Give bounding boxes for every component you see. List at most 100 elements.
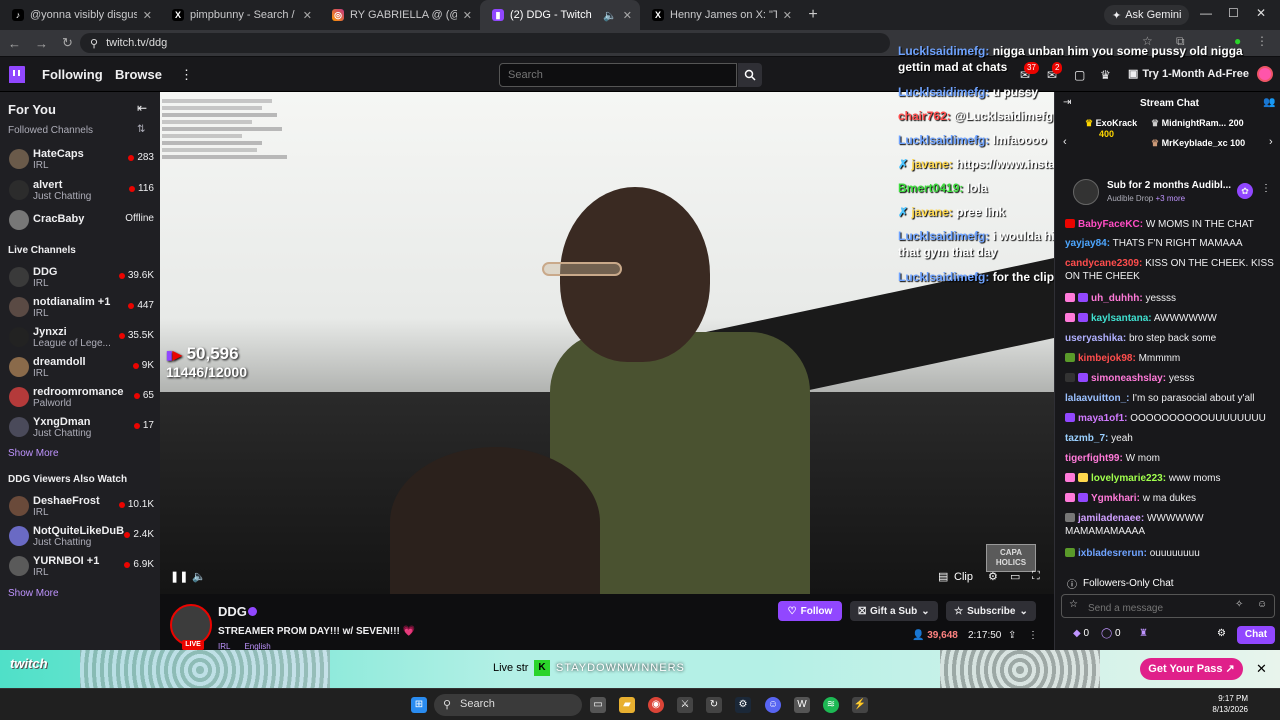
chat-user[interactable]: tazmb_7: [1065, 433, 1108, 444]
bits-icon[interactable]: ✧ [1235, 599, 1243, 610]
new-tab-button[interactable]: + [800, 6, 826, 24]
theatre-mode-icon[interactable]: ▭ [1010, 570, 1020, 583]
browser-tab[interactable]: X Henny James on X: "That beer ✕ [640, 0, 800, 30]
collapse-chat-icon[interactable]: ⇥ [1063, 97, 1071, 108]
get-your-pass-button[interactable]: Get Your Pass ↗ [1140, 658, 1243, 680]
audio-icon[interactable]: 🔈 [603, 9, 617, 22]
leaderboard-next-icon[interactable]: › [1269, 136, 1273, 148]
sidebar-channel[interactable]: alvert Just Chatting 116 [6, 178, 154, 204]
spotify-icon[interactable]: ≋ [823, 697, 839, 713]
more-options-icon[interactable]: ⋮ [1028, 630, 1038, 641]
windows-start-icon[interactable]: ⊞ [411, 697, 427, 713]
collapse-sidebar-icon[interactable]: ⇤ [137, 101, 147, 115]
maximize-icon[interactable]: ☐ [1228, 6, 1239, 20]
chat-user[interactable]: yayjay84: [1065, 238, 1110, 249]
chat-badge-icon[interactable]: ☆ [1069, 599, 1078, 610]
chat-user[interactable]: tigerfight99: [1065, 453, 1123, 464]
subscribe-button[interactable]: ☆ Subscribe ⌄ [946, 601, 1036, 621]
browser-tab[interactable]: X pimpbunny - Search / X ✕ [160, 0, 320, 30]
chat-user[interactable]: candycane2309: [1065, 258, 1142, 269]
forward-icon[interactable]: → [35, 36, 48, 51]
gift-icon[interactable]: ✿ [1237, 183, 1253, 199]
sidebar-channel[interactable]: dreamdoll IRL 9K [6, 355, 154, 381]
bits-balance[interactable]: ◆ 0 [1073, 628, 1089, 639]
file-explorer-icon[interactable]: ▰ [619, 697, 635, 713]
sidebar-channel[interactable]: redroomromance Palworld 65 [6, 385, 154, 411]
chat-user[interactable]: kimbejok98: [1078, 353, 1136, 364]
channel-points[interactable]: ◯ 0 [1101, 628, 1121, 639]
gift-sub-button[interactable]: ⛝ Gift a Sub ⌄ [850, 601, 938, 621]
sidebar-channel[interactable]: Jynxzi League of Lege... 35.5K [6, 325, 154, 351]
reload-icon[interactable]: ↻ [62, 35, 73, 51]
taskbar-search[interactable]: ⚲ Search [434, 694, 582, 716]
chat-user[interactable]: ixbladesrerun: [1078, 548, 1147, 559]
close-tab-icon[interactable]: ✕ [623, 9, 632, 22]
clip-label[interactable]: Clip [954, 571, 973, 583]
more-menu-icon[interactable]: ⋮ [180, 67, 193, 83]
channel-name[interactable]: DDG [218, 604, 247, 619]
search-button[interactable] [738, 63, 762, 87]
sidebar-channel[interactable]: notdianalim +1 IRL 447 [6, 295, 154, 321]
app-icon[interactable]: ↻ [706, 697, 722, 713]
leaderboard-prev-icon[interactable]: ‹ [1063, 136, 1067, 148]
discord-icon[interactable]: ☺ [765, 697, 781, 713]
system-clock[interactable]: 9:17 PM 8/13/2026 [1208, 693, 1248, 715]
app-icon[interactable]: ⚔ [677, 697, 693, 713]
steam-icon[interactable]: ⚙ [735, 697, 751, 713]
app-icon[interactable]: ⚡ [852, 697, 868, 713]
chat-send-button[interactable]: Chat [1237, 626, 1275, 644]
fullscreen-icon[interactable]: ⛶ [1032, 570, 1040, 583]
sidebar-channel[interactable]: YxngDman Just Chatting 17 [6, 415, 154, 441]
chat-user[interactable]: useryashika: [1065, 333, 1126, 344]
chat-user[interactable]: Ygmkhari: [1091, 493, 1140, 504]
users-icon[interactable]: 👥 [1263, 97, 1275, 108]
minimize-icon[interactable]: — [1200, 6, 1212, 20]
chat-user[interactable]: jamiladenaee: [1078, 513, 1144, 524]
chat-user[interactable]: simoneashslay: [1091, 373, 1166, 384]
browser-tab-active[interactable]: ▮ (2) DDG - Twitch 🔈 ✕ [480, 0, 640, 30]
audible-more-link[interactable]: +3 more [1155, 194, 1185, 203]
follow-button[interactable]: ♡ Follow [778, 601, 842, 621]
twitch-logo-icon[interactable] [9, 66, 25, 83]
browse-link[interactable]: Browse [115, 67, 162, 82]
ad-banner[interactable]: twitch Live str K STAYDOWNWINNERS Get Yo… [0, 650, 1280, 688]
chat-settings-icon[interactable]: ⚙ [1217, 628, 1226, 639]
show-more-link[interactable]: Show More [8, 588, 59, 599]
close-tab-icon[interactable]: ✕ [143, 9, 152, 22]
sort-icon[interactable]: ⇅ [137, 124, 145, 135]
task-view-icon[interactable]: ▭ [590, 697, 606, 713]
close-tab-icon[interactable]: ✕ [783, 9, 792, 22]
chat-user[interactable]: BabyFaceKC: [1078, 219, 1143, 230]
sidebar-channel[interactable]: DeshaeFrost IRL 10.1K [6, 494, 154, 520]
chat-user[interactable]: kaylsantana: [1091, 313, 1152, 324]
chat-user[interactable]: uh_duhhh: [1091, 293, 1143, 304]
pause-icon[interactable]: ❚❚ [170, 570, 188, 583]
chrome-icon[interactable]: ◉ [648, 697, 664, 713]
search-input[interactable] [499, 63, 737, 87]
more-options-icon[interactable]: ⋮ [1261, 183, 1271, 194]
close-tab-icon[interactable]: ✕ [303, 9, 312, 22]
show-more-link[interactable]: Show More [8, 448, 59, 459]
close-banner-icon[interactable]: ✕ [1256, 661, 1267, 677]
back-icon[interactable]: ← [8, 36, 21, 51]
url-field[interactable]: ⚲ twitch.tv/ddg [80, 33, 890, 53]
chat-user[interactable]: lovelymarie223: [1091, 473, 1166, 484]
clip-icon[interactable]: ▤ [938, 570, 948, 583]
rewards-icon[interactable]: ♜ [1139, 628, 1148, 639]
site-info-icon[interactable]: ⚲ [90, 37, 98, 50]
chat-user[interactable]: maya1of1: [1078, 413, 1127, 424]
following-link[interactable]: Following [42, 67, 103, 82]
share-icon[interactable]: ⇪ [1008, 630, 1016, 641]
ask-gemini-button[interactable]: ✦ Ask Gemini [1104, 5, 1190, 25]
close-tab-icon[interactable]: ✕ [463, 9, 472, 22]
sidebar-channel[interactable]: CracBaby Offline [6, 208, 154, 234]
app-icon[interactable]: W [794, 697, 810, 713]
browser-tab[interactable]: ◎ RY GABRIELLA @ (@ryygabriella) ✕ [320, 0, 480, 30]
volume-icon[interactable]: 🔈 [192, 570, 206, 583]
settings-icon[interactable]: ⚙ [988, 570, 998, 583]
browser-tab[interactable]: ♪ @yonna visibly disgusted af ✕ [0, 0, 160, 30]
close-window-icon[interactable]: ✕ [1256, 6, 1266, 20]
sidebar-channel[interactable]: YURNBOI +1 IRL 6.9K [6, 554, 154, 580]
chat-user[interactable]: lalaavuitton_: [1065, 393, 1129, 404]
audible-drop-card[interactable]: Sub for 2 months Audibl... Audible Drop … [1063, 177, 1273, 209]
